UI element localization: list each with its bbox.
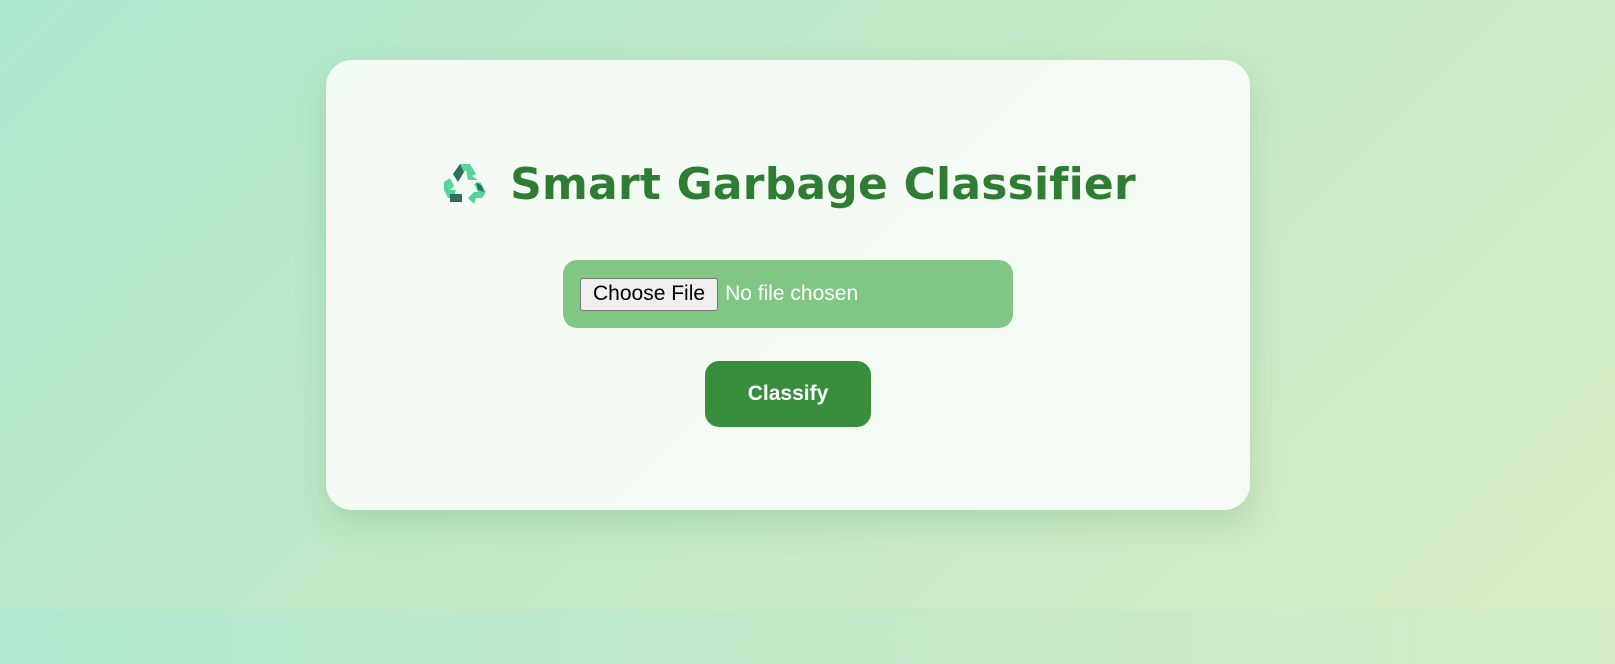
file-upload-box: Choose File No file chosen — [563, 260, 1013, 328]
choose-file-button[interactable]: Choose File — [580, 277, 719, 311]
recycle-icon — [440, 160, 488, 208]
title-row: Smart Garbage Classifier — [326, 148, 1250, 220]
page-title: Smart Garbage Classifier — [510, 158, 1136, 210]
classifier-card: Smart Garbage Classifier Choose File No … — [326, 60, 1250, 510]
file-status-text: No file chosen — [725, 282, 859, 305]
page-bottom-strip — [0, 609, 1615, 664]
classify-button[interactable]: Classify — [705, 361, 871, 427]
